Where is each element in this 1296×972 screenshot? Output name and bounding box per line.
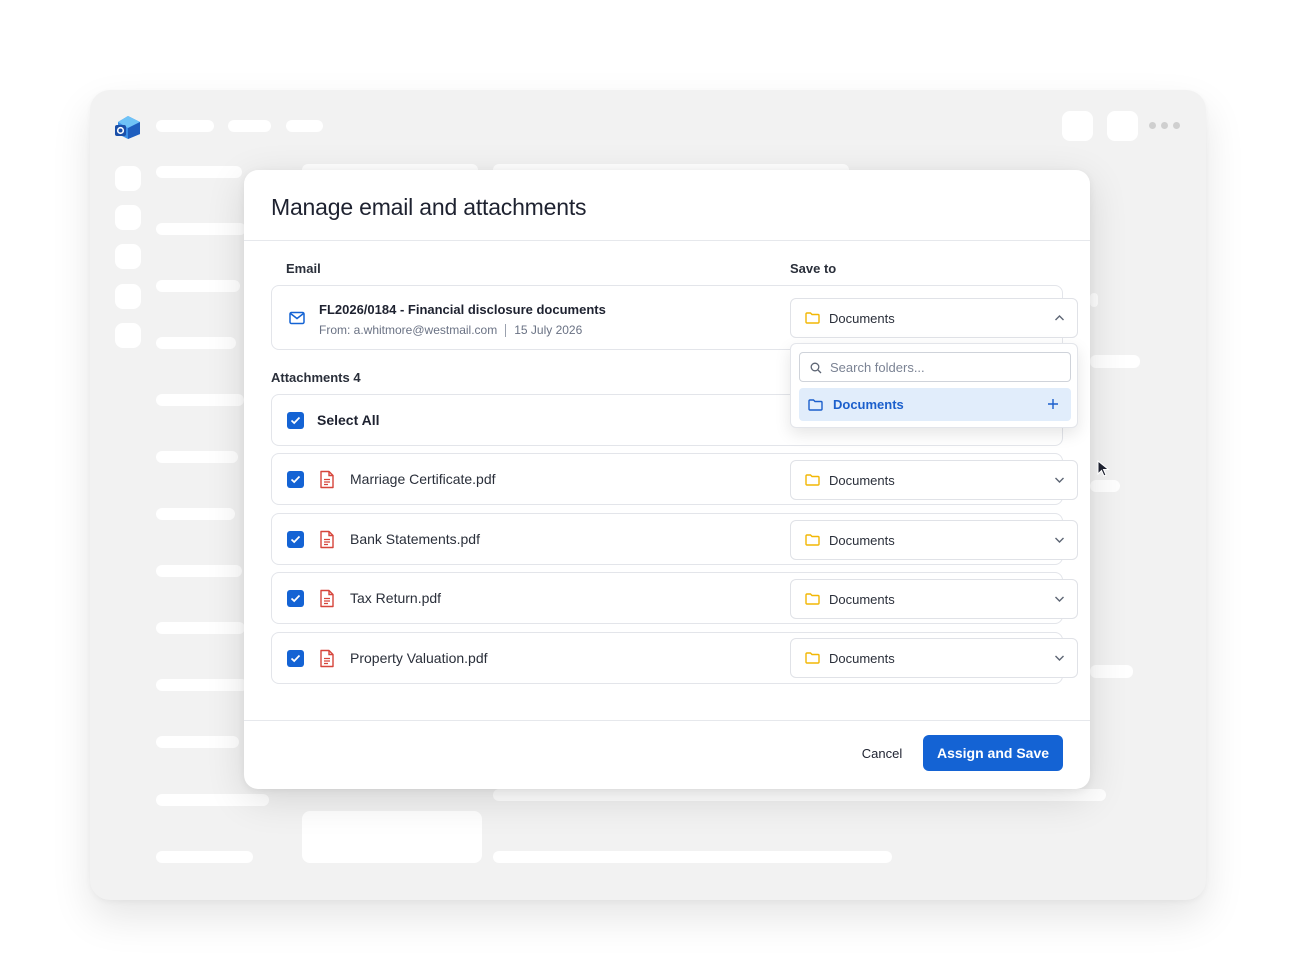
select-value: Documents	[829, 311, 895, 326]
email-subject: FL2026/0184 - Financial disclosure docum…	[319, 302, 606, 317]
placeholder-line	[1090, 665, 1133, 678]
modal-title: Manage email and attachments	[271, 194, 587, 220]
attachment-save-to-select[interactable]: Documents	[790, 579, 1078, 619]
email-save-to-select[interactable]: Documents	[790, 298, 1078, 338]
placeholder-line	[156, 508, 235, 520]
placeholder-sidebar-icon	[115, 323, 141, 348]
placeholder-line	[1090, 480, 1120, 492]
placeholder-line	[493, 789, 1106, 801]
select-all-label: Select All	[317, 412, 380, 428]
folder-search-input[interactable]	[830, 358, 1065, 376]
attachment-name: Property Valuation.pdf	[350, 650, 488, 666]
attachment-name: Bank Statements.pdf	[350, 531, 480, 547]
placeholder-line	[156, 337, 236, 349]
check-icon	[290, 475, 301, 484]
placeholder-line	[156, 679, 248, 691]
more-icon	[1149, 122, 1180, 129]
folder-icon	[805, 593, 820, 605]
chevron-down-icon	[1055, 655, 1064, 661]
attachment-save-to-select[interactable]: Documents	[790, 520, 1078, 560]
placeholder-line	[156, 280, 240, 292]
attachment-checkbox[interactable]	[287, 590, 304, 607]
folder-icon	[805, 534, 820, 546]
select-value: Documents	[829, 592, 895, 607]
header-divider	[244, 240, 1090, 241]
folder-icon	[808, 399, 823, 411]
email-meta: From: a.whitmore@westmail.com 15 July 20…	[319, 323, 582, 337]
placeholder-line	[493, 851, 892, 863]
folder-icon	[805, 312, 820, 324]
assign-and-save-button[interactable]: Assign and Save	[923, 735, 1063, 771]
placeholder-line	[156, 794, 269, 806]
placeholder-line	[156, 565, 242, 577]
placeholder-line	[1090, 355, 1140, 368]
mail-icon	[289, 311, 305, 325]
pdf-file-icon	[320, 530, 334, 549]
placeholder-sidebar-icon	[115, 284, 141, 309]
app-logo-icon	[115, 116, 140, 139]
email-column-label: Email	[286, 261, 321, 276]
placeholder-line	[156, 851, 253, 863]
pdf-file-icon	[320, 470, 334, 489]
attachments-label: Attachments 4	[271, 370, 361, 385]
meta-separator	[505, 323, 507, 337]
chevron-down-icon	[1055, 537, 1064, 543]
placeholder-line	[156, 622, 245, 634]
dropdown-item-documents[interactable]: Documents	[799, 388, 1071, 421]
pdf-file-icon	[320, 649, 334, 668]
search-icon	[810, 362, 822, 374]
placeholder-card	[302, 811, 482, 863]
attachment-name: Tax Return.pdf	[350, 590, 442, 606]
dropdown-item-label: Documents	[833, 397, 904, 412]
placeholder-sidebar-icon	[115, 244, 141, 269]
email-date: 15 July 2026	[514, 323, 583, 337]
select-value: Documents	[829, 533, 895, 548]
chevron-down-icon	[1055, 477, 1064, 483]
check-icon	[290, 654, 301, 663]
placeholder-line	[156, 223, 246, 235]
check-icon	[290, 594, 301, 603]
select-value: Documents	[829, 651, 895, 666]
check-icon	[290, 416, 301, 425]
chevron-up-icon	[1055, 315, 1064, 321]
placeholder-sidebar-icon	[115, 205, 141, 230]
check-icon	[290, 535, 301, 544]
placeholder-nav	[156, 120, 214, 132]
footer-divider	[244, 720, 1090, 721]
chevron-down-icon	[1055, 596, 1064, 602]
folder-icon	[805, 652, 820, 664]
placeholder-button	[1062, 111, 1093, 141]
pdf-file-icon	[320, 589, 334, 608]
placeholder-nav	[286, 120, 323, 132]
folder-icon	[805, 474, 820, 486]
placeholder-line	[156, 451, 238, 463]
placeholder-line	[156, 736, 239, 748]
plus-icon[interactable]	[1047, 398, 1059, 410]
mouse-pointer-icon	[1097, 460, 1110, 477]
placeholder-nav	[228, 120, 271, 132]
cancel-button[interactable]: Cancel	[848, 735, 916, 771]
placeholder-line	[156, 394, 244, 406]
placeholder-button	[1107, 111, 1138, 141]
select-value: Documents	[829, 473, 895, 488]
attachment-save-to-select[interactable]: Documents	[790, 638, 1078, 678]
attachment-save-to-select[interactable]: Documents	[790, 460, 1078, 500]
email-from: From: a.whitmore@westmail.com	[319, 323, 498, 337]
save-to-column-label: Save to	[790, 261, 837, 276]
attachment-checkbox[interactable]	[287, 650, 304, 667]
placeholder-sidebar-icon	[115, 166, 141, 191]
manage-email-modal: Manage email and attachments Email Save …	[244, 170, 1090, 789]
attachment-checkbox[interactable]	[287, 531, 304, 548]
placeholder-line	[1090, 293, 1098, 307]
folder-search[interactable]	[799, 352, 1071, 382]
select-all-checkbox[interactable]	[287, 412, 304, 429]
folder-dropdown: Documents	[790, 343, 1078, 428]
attachment-checkbox[interactable]	[287, 471, 304, 488]
attachment-name: Marriage Certificate.pdf	[350, 471, 496, 487]
placeholder-line	[156, 166, 242, 178]
